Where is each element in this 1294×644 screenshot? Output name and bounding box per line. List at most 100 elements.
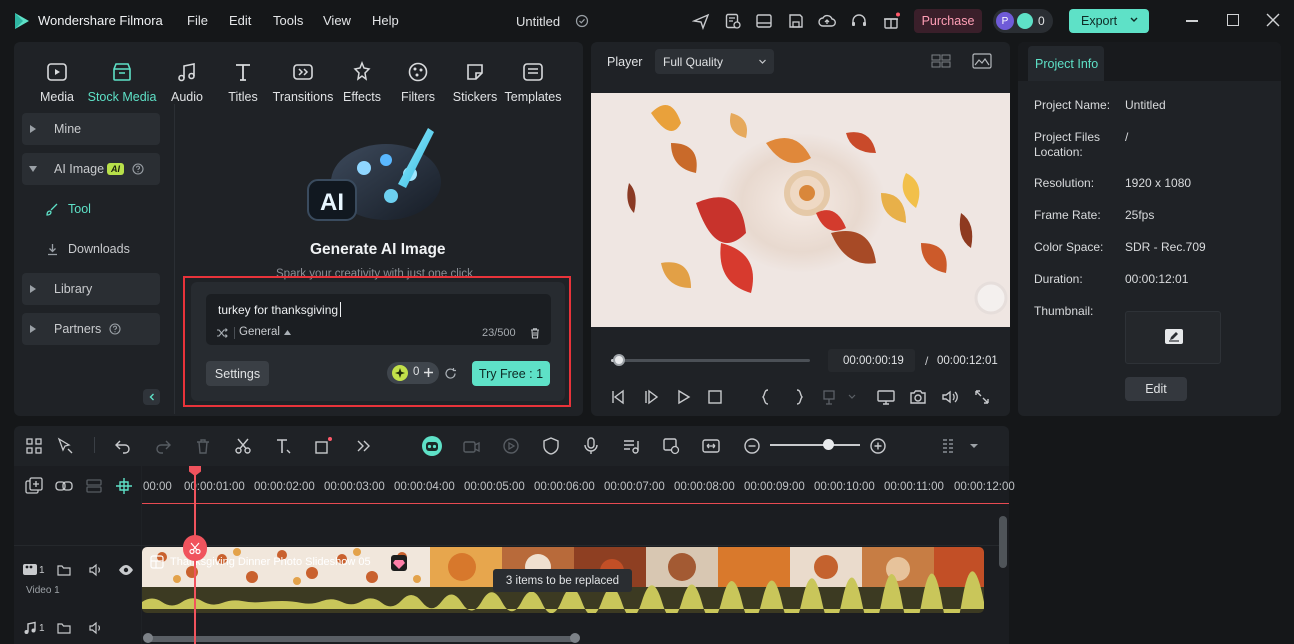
gift-icon[interactable] <box>882 12 900 30</box>
stock-media-icon <box>110 60 134 84</box>
snapshot-view-icon[interactable] <box>972 53 992 69</box>
crop-shape-icon[interactable] <box>313 436 333 456</box>
undo-icon[interactable] <box>113 436 133 456</box>
settings-button[interactable]: Settings <box>206 361 269 386</box>
audio-mix-icon[interactable] <box>621 436 641 456</box>
account-credits[interactable]: P 0 <box>993 9 1053 33</box>
duration-value: 00:00:12:01 <box>1125 272 1189 286</box>
zoom-out-icon[interactable] <box>742 436 762 456</box>
try-free-button[interactable]: Try Free : 1 <box>472 361 550 386</box>
maximize-icon[interactable] <box>1227 14 1239 26</box>
save-icon[interactable] <box>787 12 805 30</box>
progress-handle[interactable] <box>612 354 625 366</box>
sidebar-item-label: Tool <box>68 202 91 216</box>
delete-icon[interactable] <box>529 327 541 339</box>
ruler-tick: 00:00:11:00 <box>884 481 944 493</box>
stop-icon[interactable] <box>705 387 725 407</box>
previous-frame-icon[interactable] <box>608 387 628 407</box>
menu-file[interactable]: File <box>187 13 208 28</box>
progress-track[interactable] <box>611 359 810 362</box>
fit-to-window-icon[interactable] <box>701 436 721 456</box>
export-button[interactable]: Export <box>1069 9 1149 33</box>
caret-right-icon <box>30 325 36 333</box>
add-track-icon[interactable] <box>24 476 44 496</box>
sidebar-item-tool[interactable]: Tool <box>22 193 160 225</box>
menu-view[interactable]: View <box>323 13 351 28</box>
credit-pill[interactable]: 0 <box>387 362 439 384</box>
edit-label: Edit <box>1145 382 1167 396</box>
ai-robot-icon[interactable] <box>421 435 443 457</box>
menu-edit[interactable]: Edit <box>229 13 251 28</box>
shuffle-icon[interactable] <box>216 327 228 339</box>
next-frame-icon[interactable] <box>641 387 661 407</box>
zoom-slider-handle[interactable] <box>823 439 834 450</box>
zoom-slider-track[interactable] <box>770 444 860 446</box>
snap-magnet-icon[interactable] <box>114 476 134 496</box>
prompt-input[interactable]: turkey for thanksgiving <box>218 303 338 317</box>
send-icon[interactable] <box>692 12 710 30</box>
shield-icon[interactable] <box>541 436 561 456</box>
tab-project-info[interactable]: Project Info <box>1028 46 1104 81</box>
cloud-upload-icon[interactable] <box>818 12 836 30</box>
purchase-button[interactable]: Purchase <box>914 9 982 33</box>
sidebar-item-downloads[interactable]: Downloads <box>22 233 160 265</box>
tab-templates[interactable]: Templates <box>498 60 568 104</box>
timeline-settings-icon[interactable] <box>940 436 960 456</box>
thumbnail-preview[interactable] <box>1125 311 1221 364</box>
close-icon[interactable] <box>1266 13 1280 27</box>
support-headset-icon[interactable] <box>850 12 868 30</box>
volume-icon[interactable] <box>940 387 960 407</box>
microphone-icon[interactable] <box>581 436 601 456</box>
menu-help[interactable]: Help <box>372 13 399 28</box>
track-volume-icon[interactable] <box>88 620 104 636</box>
scrollbar-right-handle[interactable] <box>570 633 580 643</box>
menu-tools[interactable]: Tools <box>273 13 303 28</box>
more-tools-icon[interactable] <box>353 436 373 456</box>
camera-snapshot-icon[interactable] <box>908 387 928 407</box>
mark-in-icon[interactable] <box>756 387 776 407</box>
chevron-down-icon[interactable] <box>968 439 980 453</box>
playhead-split-button[interactable] <box>183 535 207 561</box>
fullscreen-icon[interactable] <box>972 387 992 407</box>
split-scissors-icon[interactable] <box>233 436 253 456</box>
task-list-icon[interactable] <box>724 12 742 30</box>
ai-badge: AI <box>107 163 125 175</box>
display-icon[interactable] <box>876 387 896 407</box>
help-icon[interactable] <box>132 163 144 175</box>
sidebar-item-mine[interactable]: Mine <box>22 113 160 145</box>
mark-out-icon[interactable] <box>789 387 809 407</box>
video-preview[interactable] <box>591 93 1010 327</box>
select-pointer-icon[interactable] <box>55 436 75 456</box>
refresh-icon[interactable] <box>444 367 457 380</box>
tab-stock-media[interactable]: Stock Media <box>87 60 157 104</box>
minimize-icon[interactable] <box>1186 20 1198 22</box>
edit-thumbnail-button[interactable]: Edit <box>1125 377 1187 401</box>
vertical-scrollbar[interactable] <box>999 516 1007 568</box>
play-icon[interactable] <box>673 387 693 407</box>
sidebar-item-library[interactable]: Library <box>22 273 160 305</box>
media-replace-icon[interactable] <box>661 436 681 456</box>
tab-media[interactable]: Media <box>22 60 92 104</box>
scrollbar-left-handle[interactable] <box>143 633 153 643</box>
style-select[interactable]: General <box>239 326 291 338</box>
layout-icon[interactable] <box>755 12 773 30</box>
collapse-sidebar-button[interactable] <box>143 389 160 405</box>
folder-icon[interactable] <box>56 620 72 636</box>
help-icon[interactable] <box>109 323 121 335</box>
layout-grid-icon[interactable] <box>24 436 44 456</box>
chevron-down-icon[interactable] <box>1129 14 1139 26</box>
sidebar-item-ai-image[interactable]: AI Image AI <box>22 153 160 185</box>
horizontal-scrollbar[interactable] <box>147 636 577 642</box>
track-volume-icon[interactable] <box>88 562 104 578</box>
track-visibility-eye-icon[interactable] <box>118 562 134 578</box>
text-tool-icon[interactable] <box>273 436 293 456</box>
resolution-value: 1920 x 1080 <box>1125 176 1192 190</box>
zoom-in-icon[interactable] <box>868 436 888 456</box>
quality-select[interactable]: Full Quality <box>655 49 774 74</box>
plus-icon[interactable] <box>423 367 434 378</box>
grid-view-icon[interactable] <box>931 53 951 69</box>
link-icon[interactable] <box>54 476 74 496</box>
folder-icon[interactable] <box>56 562 72 578</box>
prompt-input-area[interactable]: turkey for thanksgiving General 23/500 <box>206 294 551 345</box>
sidebar-item-partners[interactable]: Partners <box>22 313 160 345</box>
